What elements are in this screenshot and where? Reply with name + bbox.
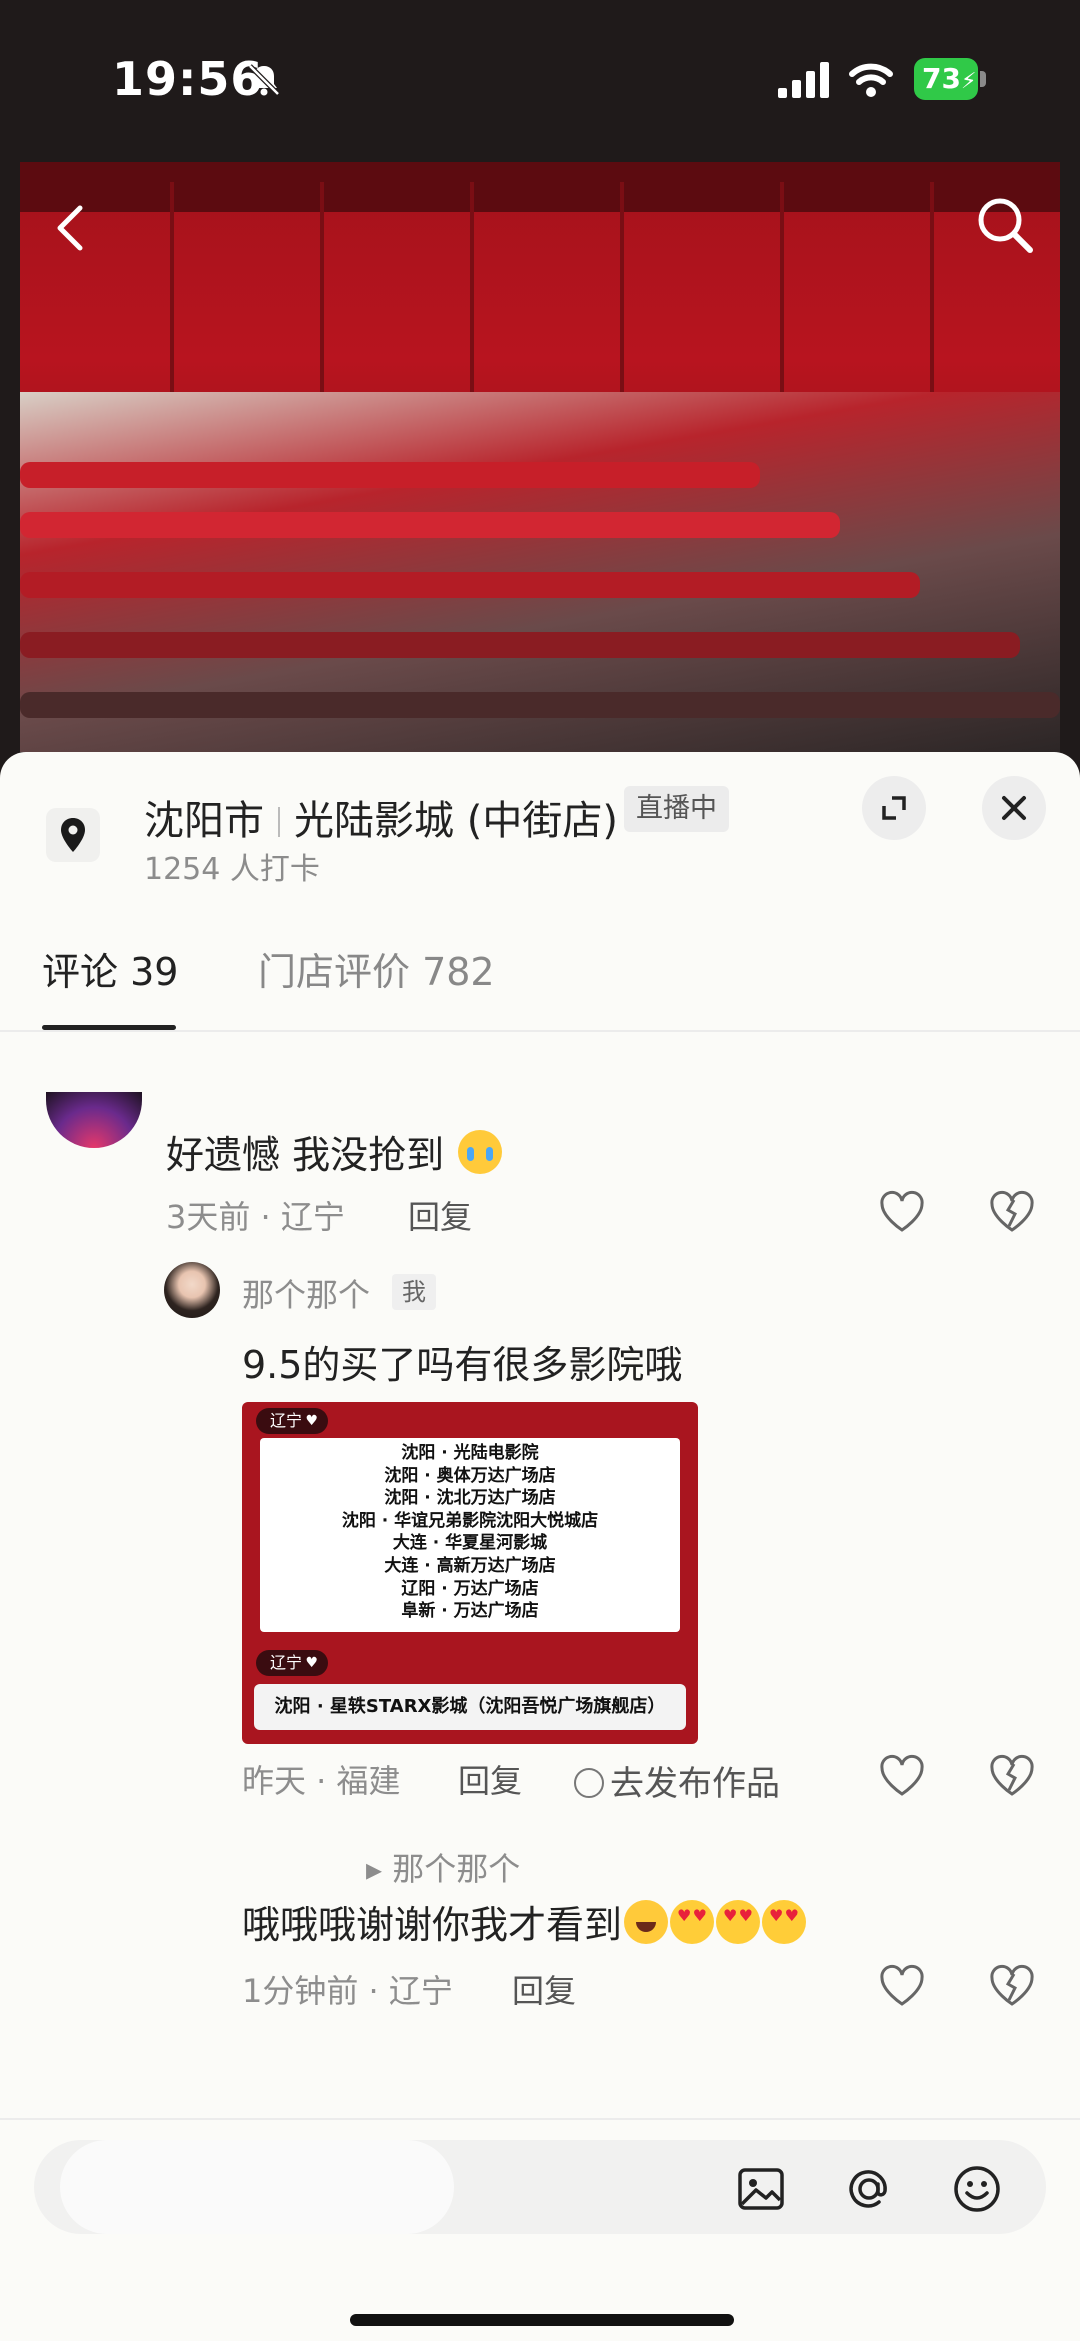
tab-bar: 评论 39 门店评价 782 [0, 942, 1080, 1032]
reply-button[interactable]: 回复 [512, 1966, 576, 2012]
rofl-face-icon [624, 1900, 669, 1944]
comment-body: 好遗憾 我没抢到 [166, 1133, 445, 1177]
location-sheet: 沈阳市 光陆影城 (中街店) 直播中 1254 人打卡 评论 39 门店评价 78… [0, 752, 1080, 2341]
screen: { "status_bar": {"time": "19:56", "batte… [0, 0, 1080, 2341]
reply-button[interactable]: 回复 [408, 1192, 472, 1238]
status-bar: 19:56 73⚡ [0, 0, 1080, 160]
tab-store-reviews[interactable]: 门店评价 782 [258, 942, 495, 1030]
comment-input[interactable] [34, 2140, 1046, 2234]
location-pin-icon [46, 808, 100, 862]
cinema-item: 辽阳 · 万达广场店 [401, 1578, 539, 1599]
region-tag: 辽宁 [256, 1408, 329, 1434]
cinema-item: 沈阳 · 沈北万达广场店 [384, 1488, 556, 1509]
author-badge: 我 [392, 1274, 436, 1310]
comment-meta: 1分钟前 · 辽宁 [242, 1972, 453, 2010]
publish-work-button[interactable]: 去发布作品 [574, 1756, 780, 1805]
input-text-area [60, 2140, 454, 2234]
cinema-item: 大连 · 高新万达广场店 [384, 1555, 556, 1576]
expand-button[interactable] [862, 776, 926, 840]
heart-icon[interactable] [878, 1964, 926, 2008]
live-badge[interactable]: 直播中 [624, 786, 729, 832]
upload-icon [574, 1768, 604, 1798]
heart-eyes-face-icon [762, 1900, 807, 1944]
wifi-icon [849, 63, 893, 97]
crying-face-icon [458, 1130, 503, 1174]
broken-heart-icon[interactable] [988, 1964, 1036, 2008]
comment-text: 9.5的买了吗有很多影院哦 [242, 1343, 683, 1387]
comment-body: 哦哦哦谢谢你我才看到 [242, 1903, 623, 1947]
comment-text: 好遗憾 我没抢到 [166, 1124, 503, 1179]
region-tag: 辽宁 [256, 1650, 329, 1676]
tab-comments[interactable]: 评论 39 [42, 942, 178, 1030]
battery-level: 73 [922, 62, 961, 95]
reply-button[interactable]: 回复 [458, 1756, 522, 1802]
mute-bell-icon [248, 64, 280, 96]
heart-icon[interactable] [878, 1190, 926, 1234]
emoji-icon[interactable] [950, 2162, 1004, 2216]
signal-icon [778, 62, 829, 98]
cinema-item: 沈阳 · 奥体万达广场店 [384, 1465, 556, 1486]
avatar[interactable] [164, 1262, 220, 1318]
location-title[interactable]: 沈阳市 光陆影城 (中街店) [144, 788, 618, 846]
broken-heart-icon[interactable] [988, 1190, 1036, 1234]
status-time: 19:56 [112, 52, 264, 106]
cinema-item: 阜新 · 万达广场店 [401, 1601, 539, 1622]
cinema-item: 沈阳 · 华谊兄弟影院沈阳大悦城店 [341, 1510, 599, 1531]
broken-heart-icon[interactable] [988, 1754, 1036, 1798]
heart-eyes-face-icon [716, 1900, 761, 1944]
checkin-count: 1254 人打卡 [144, 852, 320, 887]
publish-work-label: 去发布作品 [610, 1764, 780, 1804]
location-name: 光陆影城 (中街店) [294, 798, 618, 844]
reply-target[interactable]: ▸ 那个那个 [366, 1844, 520, 1890]
cinema-photo[interactable] [20, 162, 1060, 752]
comment-meta: 昨天 · 福建 [242, 1762, 401, 1800]
heart-eyes-face-icon [670, 1900, 715, 1944]
attached-image[interactable]: 辽宁 沈阳 · 光陆电影院 沈阳 · 奥体万达广场店 沈阳 · 沈北万达广场店 … [242, 1402, 698, 1744]
heart-icon[interactable] [878, 1754, 926, 1798]
close-button[interactable] [982, 776, 1046, 840]
cinema-item: 沈阳 · 光陆电影院 [401, 1443, 539, 1463]
cinema-item-featured: 沈阳 · 星轶STARX影城（沈阳吾悦广场旗舰店） [254, 1684, 686, 1730]
avatar[interactable] [46, 1092, 142, 1148]
mention-icon[interactable] [842, 2162, 896, 2216]
back-icon[interactable] [42, 198, 102, 258]
cinema-list: 沈阳 · 光陆电影院 沈阳 · 奥体万达广场店 沈阳 · 沈北万达广场店 沈阳 … [260, 1438, 680, 1632]
tab-active-indicator [42, 1025, 176, 1030]
comment-meta: 3天前 · 辽宁 [166, 1198, 345, 1236]
battery-indicator: 73⚡ [914, 58, 986, 100]
tab-comments-label: 评论 39 [42, 950, 179, 994]
comment-text: 哦哦哦谢谢你我才看到 [242, 1894, 807, 1949]
search-icon[interactable] [970, 190, 1040, 260]
reply-author[interactable]: 那个那个 [242, 1270, 370, 1316]
image-icon[interactable] [734, 2162, 788, 2216]
home-indicator[interactable] [350, 2314, 734, 2326]
location-city: 沈阳市 [144, 798, 264, 844]
cinema-item: 大连 · 华夏星河影城 [392, 1533, 548, 1554]
comment-input-bar [0, 2118, 1080, 2341]
